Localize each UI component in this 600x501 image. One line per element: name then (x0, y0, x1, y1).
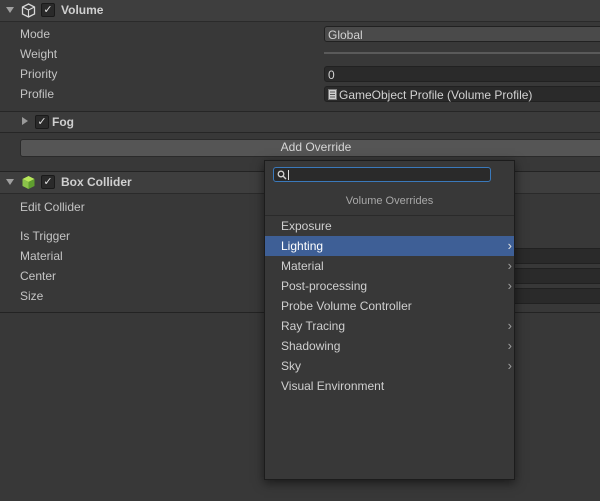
center-label: Center (20, 269, 57, 283)
priority-label: Priority (20, 67, 58, 81)
center-vector-field[interactable] (510, 268, 600, 284)
volume-title: Volume (61, 3, 104, 17)
material-label: Material (20, 249, 63, 263)
box-collider-enabled-checkbox[interactable]: ✓ (41, 175, 55, 189)
volume-cube-icon (21, 3, 36, 18)
chevron-right-icon: › (507, 238, 512, 253)
fog-enabled-checkbox[interactable]: ✓ (35, 115, 49, 129)
menu-item-label: Lighting (281, 239, 324, 253)
priority-value: 0 (328, 68, 335, 82)
menu-item-material[interactable]: Material › (265, 256, 514, 276)
menu-item-label: Exposure (281, 219, 332, 233)
volume-overrides-dropdown[interactable]: Volume Overrides Exposure Lighting › Mat… (264, 160, 515, 480)
weight-slider-track[interactable] (324, 52, 600, 54)
profile-value: GameObject Profile (Volume Profile) (339, 88, 533, 102)
profile-object-field[interactable]: GameObject Profile (Volume Profile) (324, 86, 600, 102)
menu-item-label: Material (281, 259, 324, 273)
menu-item-shadowing[interactable]: Shadowing › (265, 336, 514, 356)
menu-item-label: Shadowing (281, 339, 341, 353)
edit-collider-label: Edit Collider (20, 200, 85, 214)
add-override-button[interactable]: Add Override (20, 139, 600, 157)
menu-item-lighting[interactable]: Lighting › (265, 236, 514, 256)
menu-item-label: Ray Tracing (281, 319, 346, 333)
menu-item-post-processing[interactable]: Post-processing › (265, 276, 514, 296)
box-collider-foldout-arrow-icon[interactable] (6, 179, 14, 185)
mode-label: Mode (20, 27, 51, 41)
priority-input[interactable]: 0 (324, 66, 600, 82)
fog-override-row[interactable]: ✓ Fog (0, 111, 600, 133)
text-cursor (288, 170, 289, 180)
dropdown-title: Volume Overrides (345, 195, 434, 207)
is-trigger-label: Is Trigger (20, 229, 71, 243)
box-collider-title: Box Collider (61, 175, 132, 189)
size-vector-field[interactable] (510, 288, 600, 304)
volume-profile-icon (328, 89, 337, 100)
menu-item-label: Post-processing (281, 279, 368, 293)
volume-foldout-arrow-icon[interactable] (6, 7, 14, 13)
volume-component-header[interactable]: ✓ Volume (0, 0, 600, 22)
chevron-right-icon: › (507, 278, 512, 293)
menu-item-exposure[interactable]: Exposure (265, 216, 514, 236)
mode-dropdown[interactable]: Global (324, 26, 600, 42)
fog-foldout-arrow-icon[interactable] (22, 117, 28, 125)
volume-enabled-checkbox[interactable]: ✓ (41, 3, 55, 17)
menu-item-sky[interactable]: Sky › (265, 356, 514, 376)
mode-value: Global (328, 28, 363, 42)
size-label: Size (20, 289, 44, 303)
menu-item-probe-volume-controller[interactable]: Probe Volume Controller (265, 296, 514, 316)
fog-label: Fog (52, 115, 74, 129)
chevron-right-icon: › (507, 338, 512, 353)
profile-label: Profile (20, 87, 55, 101)
menu-item-visual-environment[interactable]: Visual Environment (265, 376, 514, 396)
menu-item-label: Probe Volume Controller (281, 299, 412, 313)
chevron-right-icon: › (507, 318, 512, 333)
weight-label: Weight (20, 47, 58, 61)
material-object-field[interactable] (510, 248, 600, 264)
chevron-right-icon: › (507, 258, 512, 273)
menu-item-label: Sky (281, 359, 302, 373)
menu-item-label: Visual Environment (281, 379, 385, 393)
search-icon (277, 170, 287, 180)
search-field[interactable] (273, 167, 491, 182)
chevron-right-icon: › (507, 358, 512, 373)
box-collider-green-cube-icon (22, 176, 35, 189)
menu-item-ray-tracing[interactable]: Ray Tracing › (265, 316, 514, 336)
